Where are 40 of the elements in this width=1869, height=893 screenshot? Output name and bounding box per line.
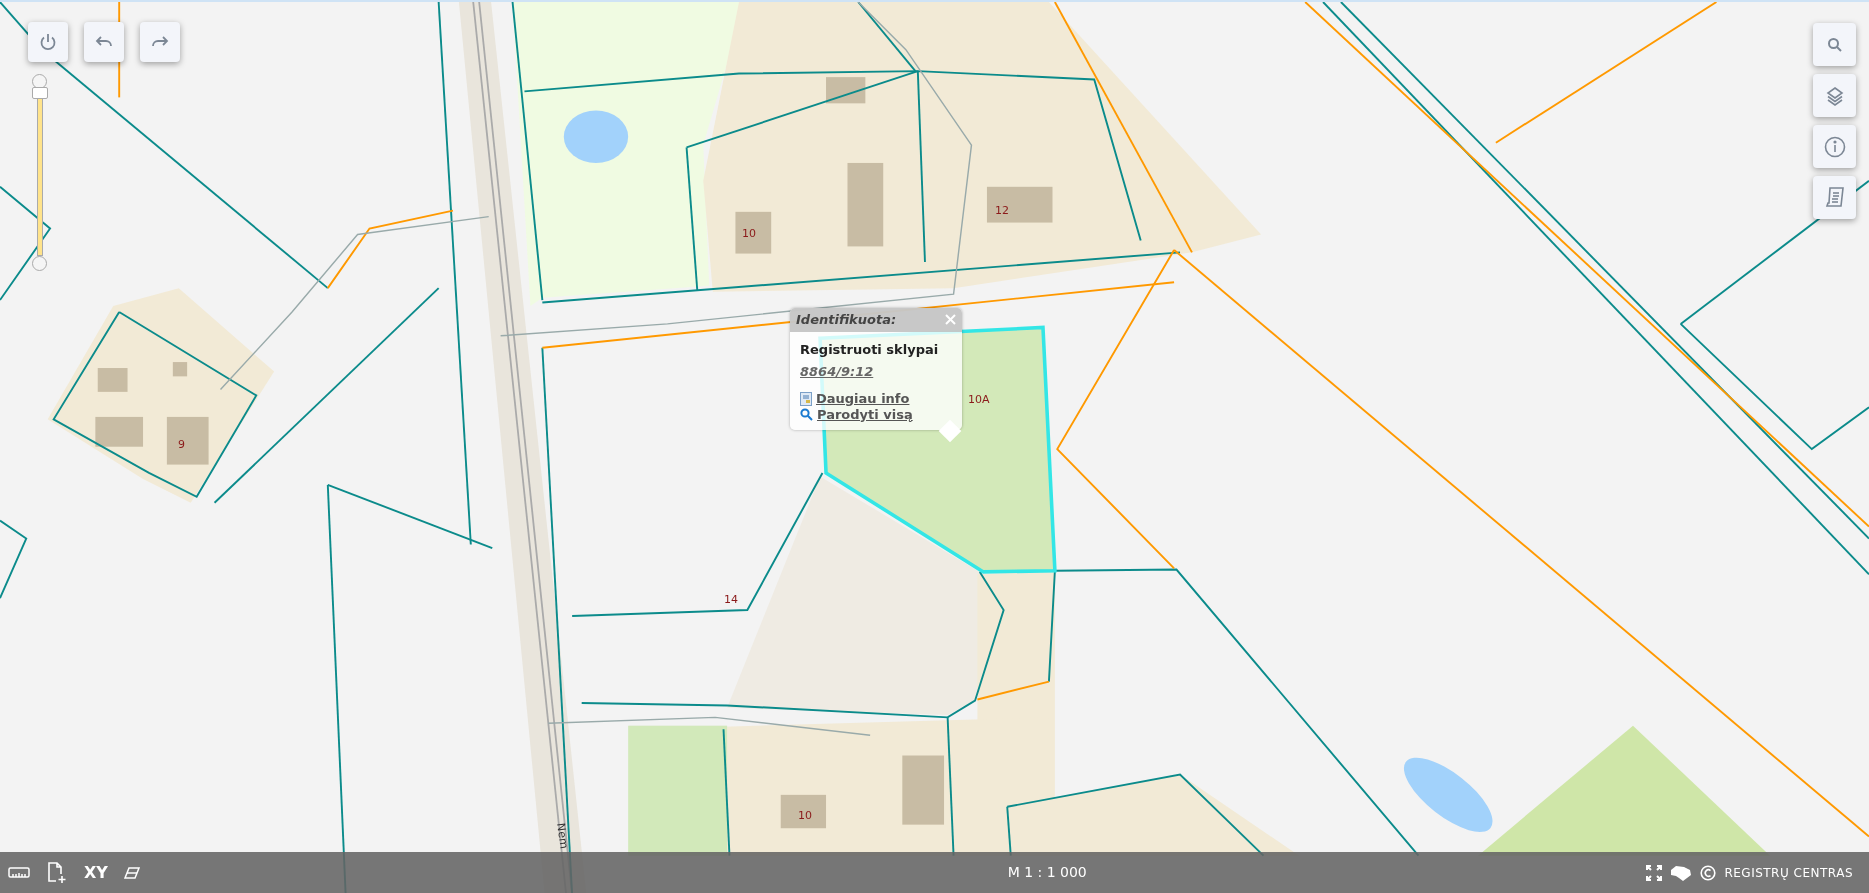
document-icon xyxy=(800,391,812,406)
back-arrow-icon xyxy=(95,35,113,49)
forward-arrow-icon xyxy=(151,35,169,49)
file-plus-icon[interactable] xyxy=(46,860,68,885)
zoom-slider[interactable] xyxy=(32,74,48,270)
house-number: 10 xyxy=(798,810,812,821)
parcel-id-link[interactable]: 8864/9:12 xyxy=(800,364,874,379)
ruler-icon[interactable] xyxy=(8,866,30,879)
eraser-icon[interactable] xyxy=(123,866,140,879)
search-icon xyxy=(1826,36,1843,53)
search-button[interactable] xyxy=(1813,23,1856,66)
back-button[interactable] xyxy=(84,22,124,62)
more-info-link[interactable]: Daugiau info xyxy=(816,391,910,407)
scroll-icon xyxy=(1824,185,1845,210)
copyright-icon xyxy=(1700,864,1717,881)
map-scale: M 1 : 1 000 xyxy=(1007,863,1087,882)
layer-name: Registruoti sklypai xyxy=(800,340,940,359)
layers-icon xyxy=(1824,85,1845,106)
house-number: 9 xyxy=(178,439,185,450)
popup-title: Identifikuota: xyxy=(796,311,897,329)
coordinates-tool[interactable]: XY xyxy=(84,860,108,885)
street-name: Nem xyxy=(553,822,572,850)
house-number: 10A xyxy=(968,394,990,405)
power-button[interactable] xyxy=(28,22,68,62)
power-icon xyxy=(39,33,57,51)
fullscreen-icon[interactable] xyxy=(1646,864,1663,881)
slider-thumb[interactable] xyxy=(32,87,48,99)
close-icon[interactable] xyxy=(945,314,956,326)
info-button[interactable] xyxy=(1813,125,1856,168)
brand-name: REGISTRŲ CENTRAS xyxy=(1724,864,1853,882)
search-icon xyxy=(800,407,813,421)
show-all-link[interactable]: Parodyti visą xyxy=(817,406,913,423)
document-button[interactable] xyxy=(1813,176,1856,219)
forward-button[interactable] xyxy=(140,22,180,62)
layers-button[interactable] xyxy=(1813,74,1856,117)
house-number: 14 xyxy=(724,594,738,605)
house-number: 10 xyxy=(742,228,756,239)
country-map-icon xyxy=(1670,864,1693,881)
house-number: 12 xyxy=(995,205,1009,216)
info-icon xyxy=(1823,135,1846,158)
